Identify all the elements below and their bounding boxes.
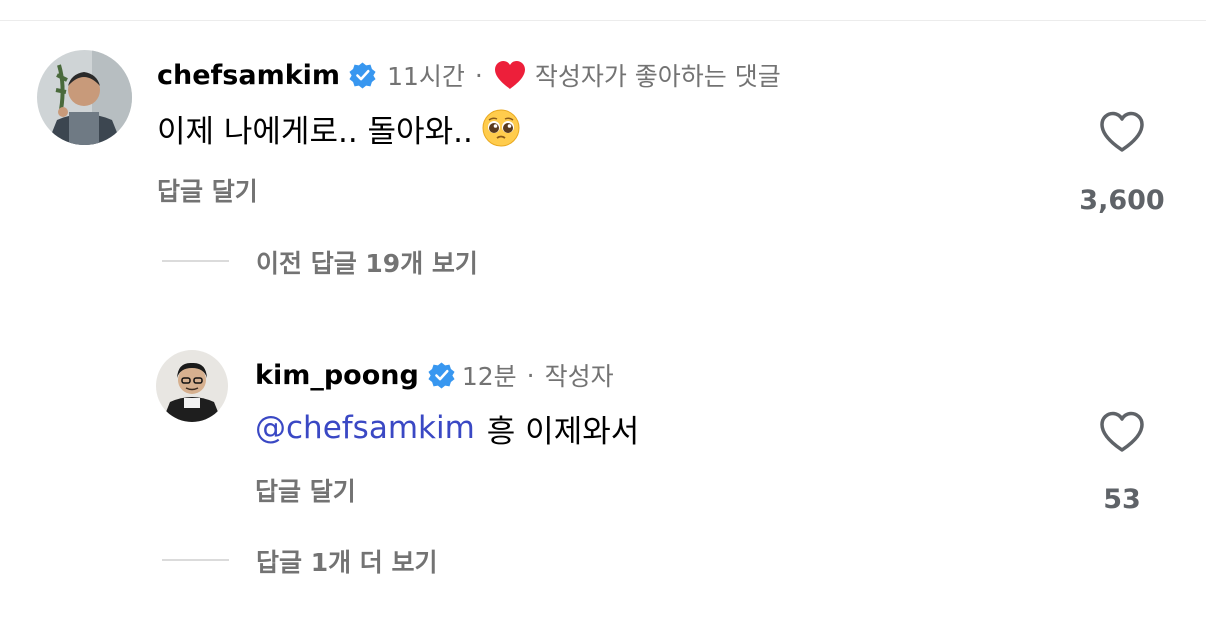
view-previous-replies-button[interactable]: 이전 답글 19개 보기 xyxy=(256,244,478,280)
author-role-label: 작성자 xyxy=(544,362,614,391)
username-link[interactable]: kim_poong xyxy=(255,360,419,391)
reply-button[interactable]: 답글 달기 xyxy=(157,172,258,208)
like-count: 3,600 xyxy=(1079,185,1165,216)
avatar[interactable] xyxy=(156,350,228,422)
reply-text: @chefsamkim 흥 이제와서 xyxy=(255,406,639,450)
pleading-face-icon xyxy=(481,108,521,148)
reply-body: 흥 이제와서 xyxy=(486,413,640,450)
timestamp: 12분 xyxy=(461,362,517,391)
comment-text: 이제 나에게로.. 돌아와.. xyxy=(157,104,521,152)
verified-badge-icon xyxy=(348,61,377,90)
comment-body: 이제 나에게로.. 돌아와.. xyxy=(157,113,473,150)
reply-button[interactable]: 답글 달기 xyxy=(255,472,356,508)
mention-link[interactable]: @chefsamkim xyxy=(255,410,475,446)
like-heart-icon[interactable] xyxy=(1098,410,1146,454)
username-link[interactable]: chefsamkim xyxy=(157,60,340,91)
timestamp: 11시간 xyxy=(387,62,465,91)
like-heart-icon[interactable] xyxy=(1098,110,1146,154)
comment-header: chefsamkim 11시간 · 작성자가 좋아하는 댓글 xyxy=(157,56,781,94)
author-liked-heart-icon xyxy=(493,59,527,91)
top-divider xyxy=(0,20,1206,21)
separator-dot: · xyxy=(474,60,483,90)
view-more-replies-button[interactable]: 답글 1개 더 보기 xyxy=(256,543,438,579)
avatar[interactable] xyxy=(37,50,132,145)
like-count: 53 xyxy=(1103,484,1141,515)
thread-line xyxy=(162,260,229,262)
verified-badge-icon xyxy=(427,361,456,390)
thread-line xyxy=(162,559,229,561)
reply-header: kim_poong 12분 · 작성자 xyxy=(255,356,614,394)
author-liked-label: 작성자가 좋아하는 댓글 xyxy=(534,62,781,91)
separator-dot: · xyxy=(526,360,535,390)
